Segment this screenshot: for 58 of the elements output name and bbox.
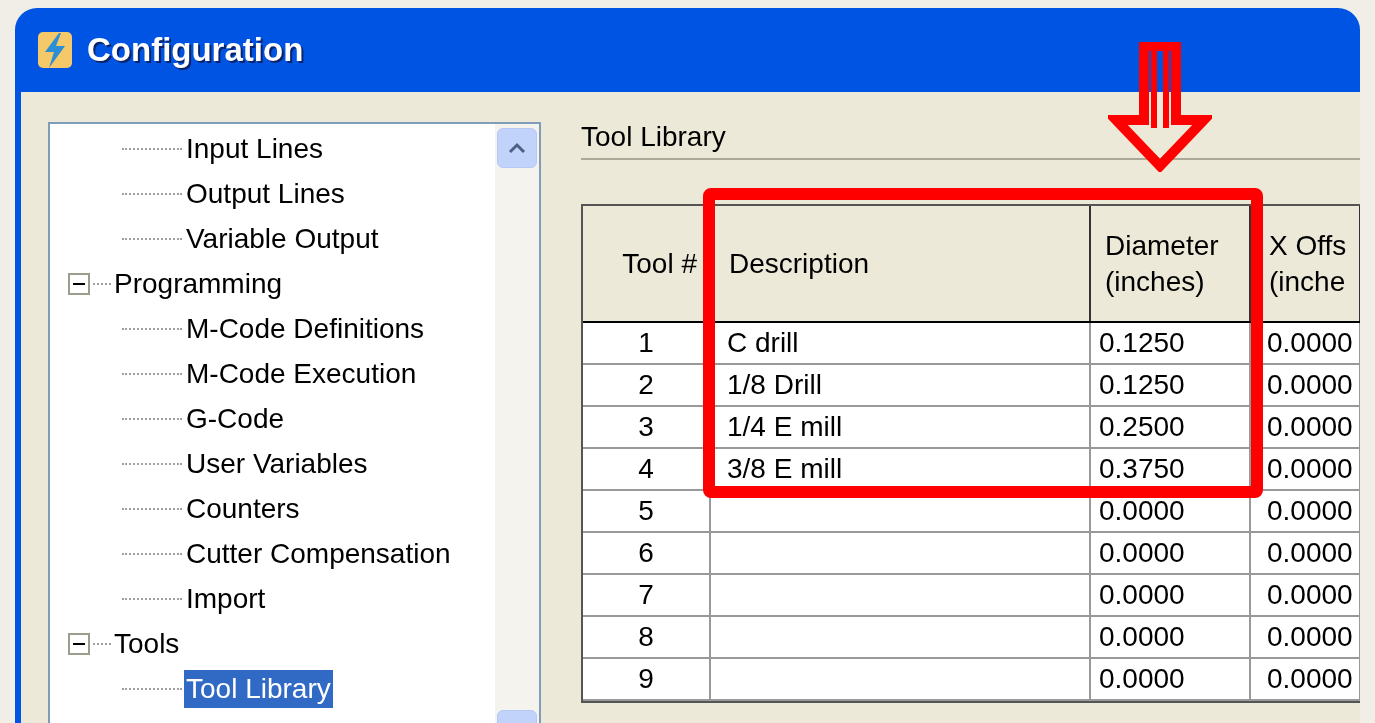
tree-item[interactable]: User Variables <box>184 444 370 483</box>
column-header[interactable]: Diameter (inches) <box>1091 206 1251 321</box>
table-cell: 6 <box>583 533 711 573</box>
tree-item[interactable]: Counters <box>184 489 302 528</box>
table-cell: 0.0000 <box>1091 575 1251 615</box>
table-cell: 1/4 E mill <box>711 407 1091 447</box>
table-cell: 0.0000 <box>1251 659 1360 699</box>
table-cell: 0.0000 <box>1091 491 1251 531</box>
table-cell: 2 <box>583 365 711 405</box>
table-cell: 0.0000 <box>1091 533 1251 573</box>
table-cell: 3 <box>583 407 711 447</box>
lightning-icon <box>37 30 73 70</box>
table-cell: 4 <box>583 449 711 489</box>
tree-item[interactable]: Tools <box>114 622 180 665</box>
table-cell: 3/8 E mill <box>711 449 1091 489</box>
window-title: Configuration <box>87 30 304 71</box>
table-cell: 0.0000 <box>1251 491 1360 531</box>
down-arrow-icon <box>1108 42 1212 172</box>
table-cell: 0.1250 <box>1091 365 1251 405</box>
tree-view[interactable]: Input Lines Output Lines Variable Output Programming M-Code Definitions M-Code Execution G-Code User Variables Counters Cutter Compensation Import Tools Tool Library <box>48 122 541 723</box>
table-cell: 8 <box>583 617 711 657</box>
tree-item[interactable]: Cutter Compensation <box>184 534 453 573</box>
table-cell: 0.0000 <box>1251 617 1360 657</box>
tree-item[interactable]: M-Code Definitions <box>184 309 427 348</box>
table-cell: 0.0000 <box>1251 407 1360 447</box>
table-cell: 5 <box>583 491 711 531</box>
tree-item[interactable]: G-Code <box>184 399 287 438</box>
chevron-up-icon <box>508 142 526 154</box>
table-cell: 0.1250 <box>1091 323 1251 363</box>
table-cell: C drill <box>711 323 1091 363</box>
table-cell: 7 <box>583 575 711 615</box>
column-header[interactable]: Tool # <box>583 206 711 321</box>
panel-title: Tool Library <box>581 122 727 152</box>
column-header[interactable]: Description <box>711 206 1091 321</box>
tree-item[interactable]: Output Lines <box>184 174 347 213</box>
scrollbar[interactable] <box>495 124 539 723</box>
scroll-up-button[interactable] <box>497 128 537 168</box>
table-cell: 0.0000 <box>1251 323 1360 363</box>
table-cell: 0.0000 <box>1251 449 1360 489</box>
table-cell: 0.3750 <box>1091 449 1251 489</box>
tree-item[interactable]: Variable Output <box>184 219 381 258</box>
tree-item[interactable]: Tool Library <box>184 669 333 708</box>
tree-item[interactable]: Programming <box>114 262 283 305</box>
tree-item[interactable]: Input Lines <box>184 129 325 168</box>
table-cell: 0.0000 <box>1091 617 1251 657</box>
tree-item[interactable]: Import <box>184 579 268 618</box>
table-cell: 1 <box>583 323 711 363</box>
table-cell: 0.0000 <box>1251 575 1360 615</box>
table-cell: 0.0000 <box>1091 659 1251 699</box>
collapse-icon[interactable] <box>68 632 90 655</box>
table-cell: 9 <box>583 659 711 699</box>
table-cell: 1/8 Drill <box>711 365 1091 405</box>
collapse-icon[interactable] <box>68 272 90 295</box>
table-cell: 0.0000 <box>1251 533 1360 573</box>
tree-item[interactable]: M-Code Execution <box>184 354 419 393</box>
column-header[interactable]: X Offs (inche <box>1251 206 1360 321</box>
table-cell: 0.0000 <box>1251 365 1360 405</box>
table-cell: 0.2500 <box>1091 407 1251 447</box>
